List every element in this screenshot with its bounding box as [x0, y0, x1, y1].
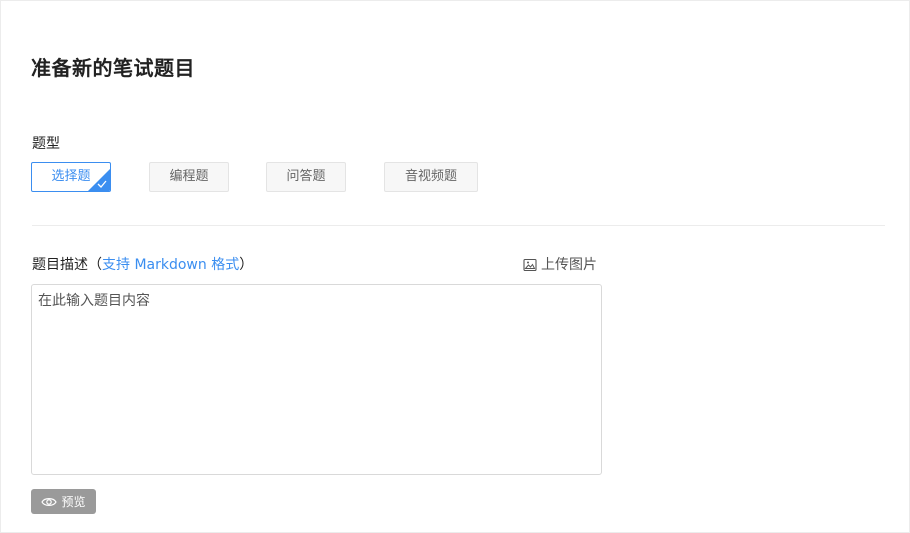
description-label: 题目描述（支持 Markdown 格式）	[32, 255, 253, 275]
type-option-label: 音视频题	[404, 169, 457, 184]
upload-image-button[interactable]: 上传图片	[523, 255, 597, 275]
markdown-help-link[interactable]: 支持 Markdown 格式	[102, 257, 239, 273]
type-option-choice[interactable]: 选择题	[31, 162, 111, 192]
preview-button[interactable]: 预览	[31, 489, 96, 514]
description-label-prefix: 题目描述（	[32, 257, 102, 273]
eye-icon	[41, 497, 58, 506]
description-label-suffix: ）	[239, 257, 254, 273]
section-divider	[32, 225, 885, 226]
type-option-label: 编程题	[169, 169, 209, 184]
type-option-coding[interactable]: 编程题	[149, 162, 229, 192]
question-editor-card: 准备新的笔试题目 题型 选择题 编程题 问答题 音视频题 题目描述（支持 Mar…	[0, 0, 910, 533]
type-option-label: 选择题	[51, 169, 91, 184]
question-content-input[interactable]	[31, 284, 602, 475]
type-option-audio-video[interactable]: 音视频题	[384, 162, 478, 192]
upload-image-label: 上传图片	[541, 257, 597, 273]
checkmark-icon	[97, 180, 107, 188]
image-icon	[523, 258, 537, 272]
question-type-label: 题型	[32, 136, 60, 152]
page-title: 准备新的笔试题目	[31, 56, 195, 80]
preview-label: 预览	[61, 495, 86, 509]
type-option-label: 问答题	[286, 169, 326, 184]
type-option-essay[interactable]: 问答题	[266, 162, 346, 192]
